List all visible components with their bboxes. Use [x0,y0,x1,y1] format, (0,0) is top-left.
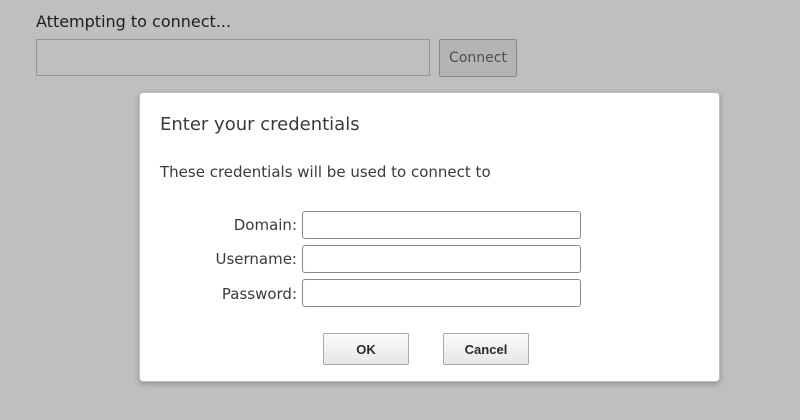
username-label: Username: [215,250,297,268]
username-input[interactable] [302,245,581,273]
credentials-dialog: Enter your credentials These credentials… [139,92,720,382]
domain-label: Domain: [233,216,297,234]
ok-button[interactable]: OK [323,333,409,365]
password-input[interactable] [302,279,581,307]
dialog-message: These credentials will be used to connec… [160,163,491,181]
dialog-title: Enter your credentials [160,114,360,135]
password-label: Password: [221,285,297,303]
cancel-button[interactable]: Cancel [443,333,529,365]
domain-input[interactable] [302,211,581,239]
